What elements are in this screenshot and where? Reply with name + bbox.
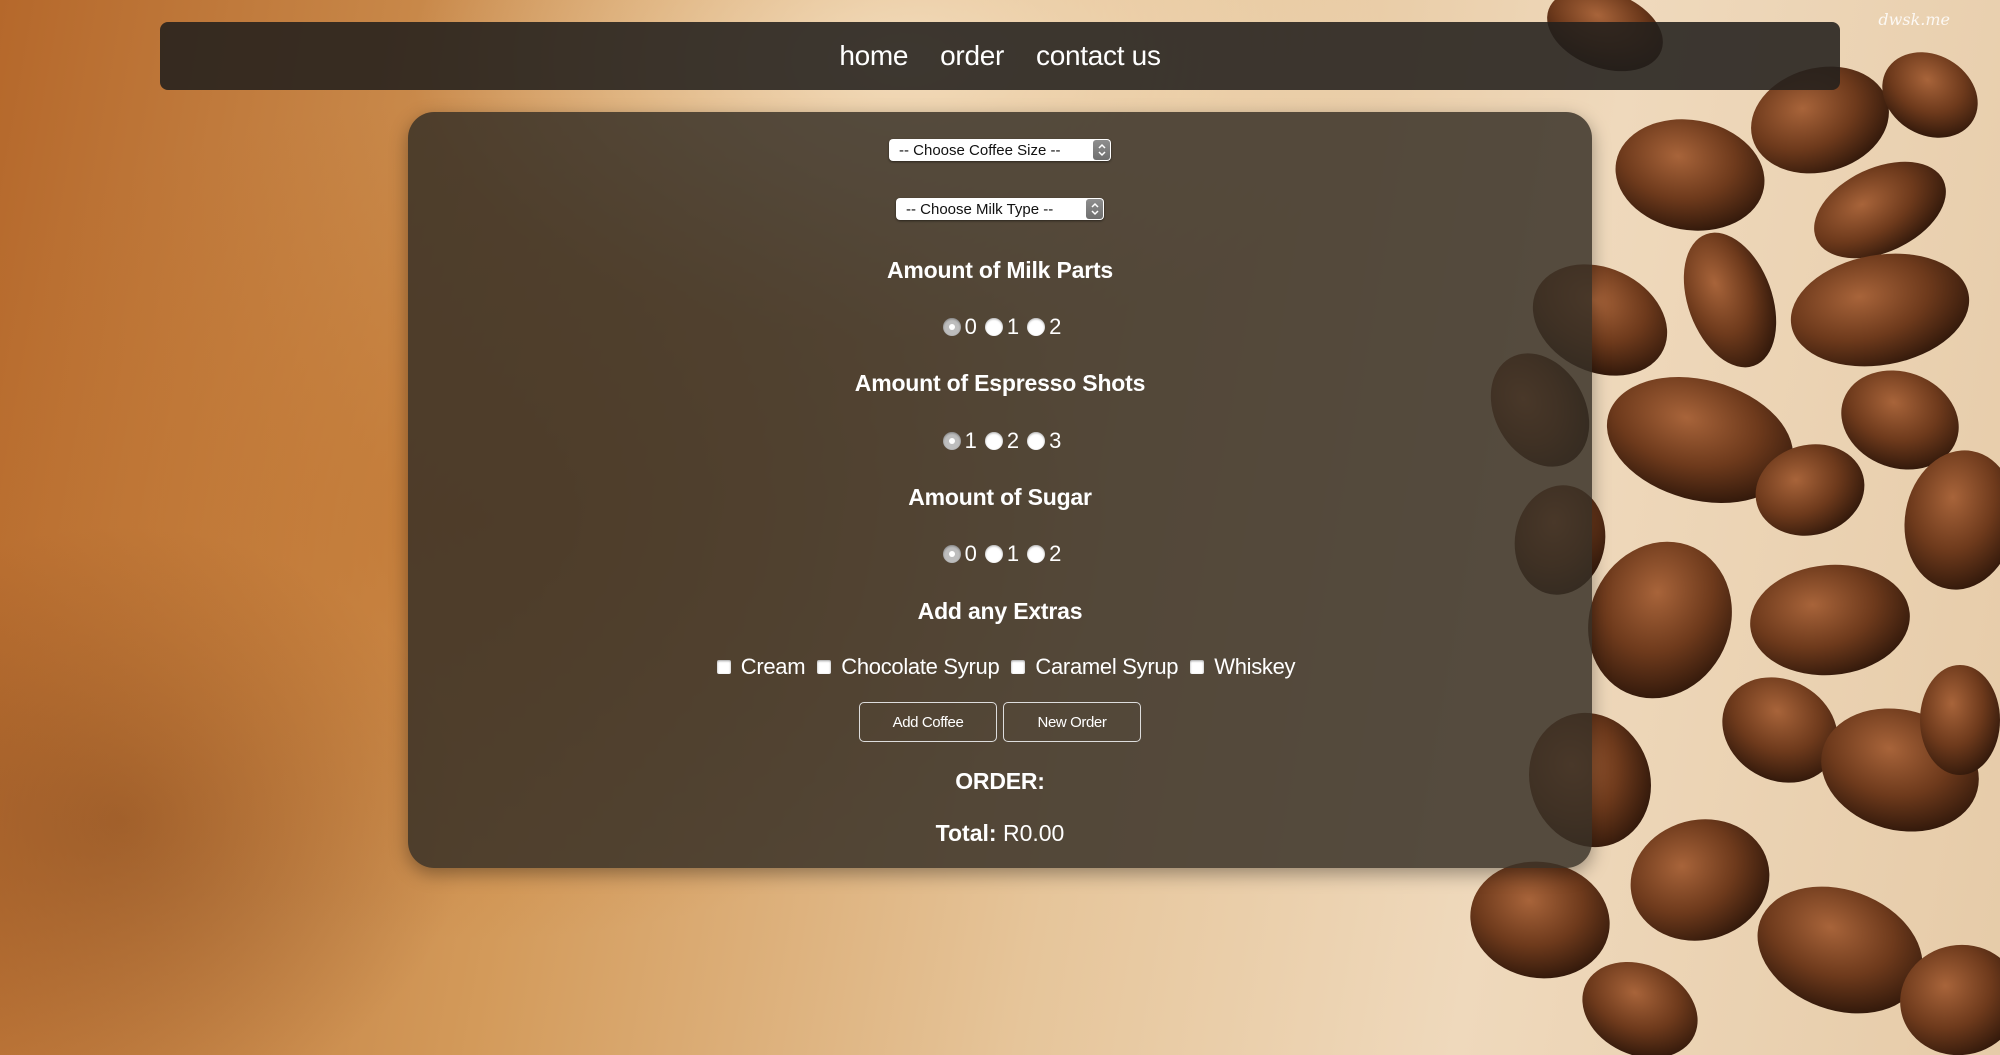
milk-parts-radio-0[interactable] [942,318,961,336]
extras-checkbox-group: Cream Chocolate Syrup Caramel Syrup Whis… [408,654,1592,680]
radio-label: 1 [1006,541,1020,566]
sugar-radio-2[interactable] [1027,545,1046,563]
add-coffee-button[interactable]: Add Coffee [859,702,997,742]
extras-heading: Add any Extras [917,598,1083,624]
milk-parts-radio-1[interactable] [984,318,1003,336]
order-heading: ORDER: [955,768,1045,794]
extra-chocolate-syrup-checkbox[interactable] [817,660,832,674]
radio-label: 1 [1006,314,1020,339]
milk-parts-radio-2[interactable] [1027,318,1046,336]
nav-link-contact-us[interactable]: contact us [1036,40,1161,72]
select-chevron-icon [1093,140,1110,160]
checkbox-label: Cream [740,654,806,679]
milk-parts-heading: Amount of Milk Parts [886,257,1113,283]
radio-label: 3 [1049,428,1062,453]
form-actions: Add Coffee New Order [408,702,1592,742]
milk-type-select[interactable]: -- Choose Milk Type -- [896,198,1104,220]
coffee-size-select[interactable]: -- Choose Coffee Size -- [889,139,1111,161]
radio-label: 2 [1049,541,1062,566]
nav-link-home[interactable]: home [839,40,908,72]
watermark: dwsk.me [1878,10,1950,29]
checkbox-label: Whiskey [1214,654,1296,679]
espresso-shots-radio-group: 1 2 3 [408,428,1592,454]
extra-caramel-syrup-checkbox[interactable] [1011,660,1026,674]
milk-type-select-value: -- Choose Milk Type -- [906,200,1054,218]
order-total: Total: R0.00 [408,820,1592,847]
sugar-radio-0[interactable] [942,545,961,563]
radio-label: 2 [1006,428,1020,453]
nav-link-order[interactable]: order [940,40,1004,72]
order-form-panel: -- Choose Coffee Size -- -- Choose Milk … [408,112,1592,868]
checkbox-label: Chocolate Syrup [841,654,1000,679]
select-chevron-icon [1086,199,1103,219]
sugar-radio-group: 0 1 2 [408,541,1592,567]
radio-label: 1 [964,428,977,453]
espresso-shots-radio-2[interactable] [984,432,1003,450]
espresso-shots-radio-1[interactable] [942,432,961,450]
sugar-heading: Amount of Sugar [908,484,1092,510]
coffee-size-select-value: -- Choose Coffee Size -- [899,141,1061,159]
top-navigation-bar: home order contact us [160,22,1840,90]
sugar-radio-1[interactable] [984,545,1003,563]
espresso-shots-heading: Amount of Espresso Shots [854,370,1146,396]
total-value: R0.00 [1002,820,1065,846]
radio-label: 0 [964,314,977,339]
radio-label: 2 [1049,314,1062,339]
extra-cream-checkbox[interactable] [716,660,731,674]
radio-label: 0 [964,541,977,566]
extra-whiskey-checkbox[interactable] [1190,660,1205,674]
milk-parts-radio-group: 0 1 2 [408,314,1592,340]
total-label: Total: [935,820,997,846]
espresso-shots-radio-3[interactable] [1027,432,1046,450]
new-order-button[interactable]: New Order [1003,702,1141,742]
checkbox-label: Caramel Syrup [1035,654,1179,679]
